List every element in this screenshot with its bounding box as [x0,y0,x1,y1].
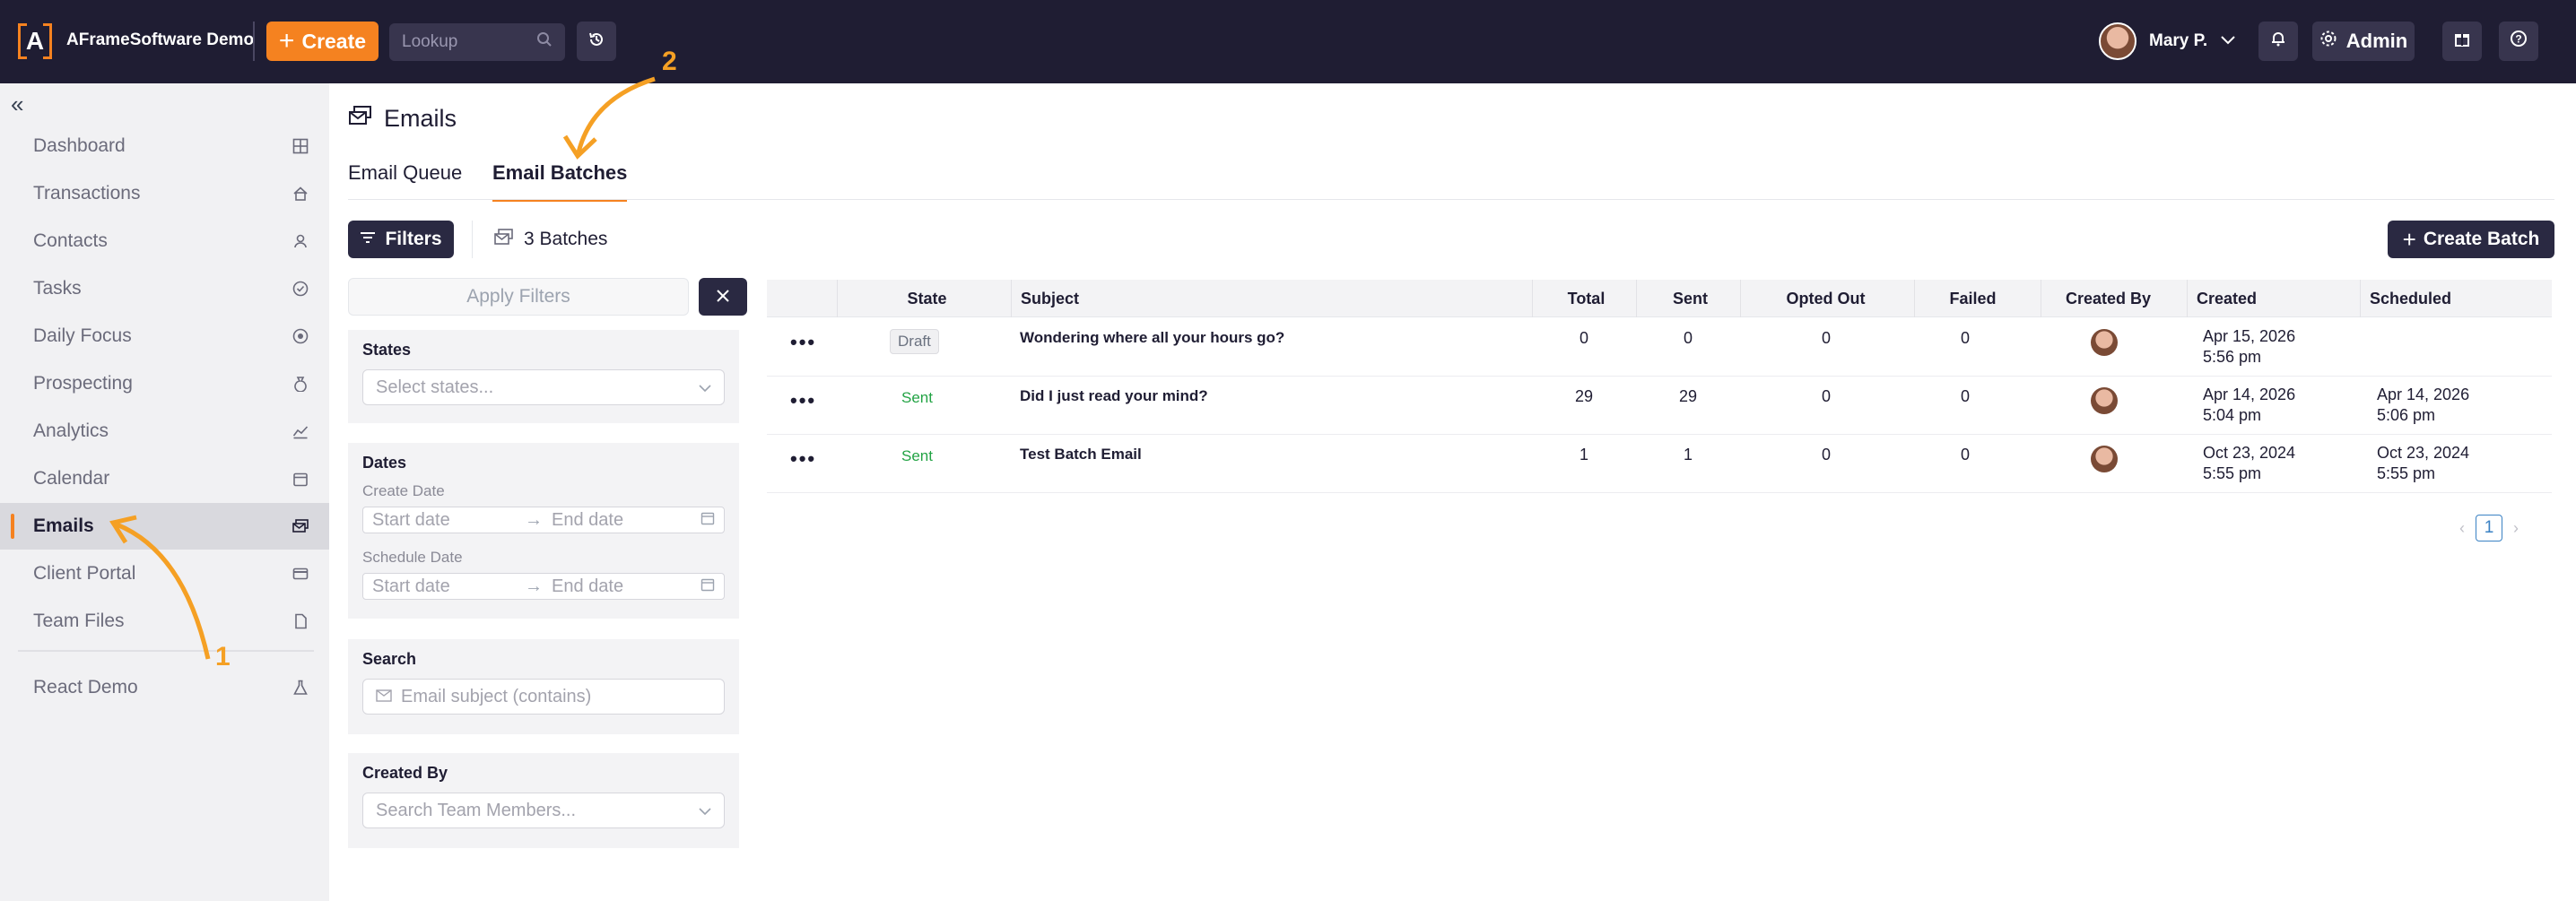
annotation-number-1: 1 [215,642,231,671]
annotation-arrows [109,76,656,660]
annotation-number-2: 2 [662,47,677,76]
